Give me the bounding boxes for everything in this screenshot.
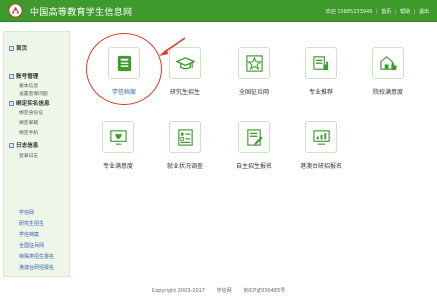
nav-home-link[interactable]: 首页	[381, 9, 391, 15]
tile-label: 自主招生报名	[235, 163, 272, 170]
tile-label: 研究生招生	[169, 89, 200, 96]
sidebar-link-graduate[interactable]: 研究生招生	[19, 220, 44, 227]
sidebar-section-realname[interactable]: 绑定实名信息	[9, 99, 50, 107]
sidebar-section-account[interactable]: 账号管理	[9, 72, 38, 80]
sidebar-item-security-question[interactable]: 设置密保问题	[19, 90, 48, 97]
document-edit-icon	[247, 129, 263, 146]
sidebar-link-chsi[interactable]: 学信网	[19, 209, 34, 216]
page-icon	[9, 46, 14, 51]
sidebar-link-conscription[interactable]: 全国征兵网	[19, 242, 44, 249]
top-header: 中国高等教育学生信息网 欢迎 15885233949 | 首页 | 帮助 | 退…	[0, 0, 437, 22]
sidebar-section-log[interactable]: 日志信息	[9, 141, 38, 149]
school-thumbs-up-icon	[380, 56, 397, 71]
tile-label: 全国征兵网	[238, 89, 269, 96]
highlight-circle	[86, 33, 162, 105]
star-icon	[246, 55, 263, 72]
footer-site-link[interactable]: 学信网	[217, 288, 232, 294]
nav-separator: |	[375, 9, 378, 15]
nav-separator: |	[394, 9, 397, 15]
top-nav: 欢迎 15885233949 | 首页 | 帮助 | 退出	[324, 8, 429, 15]
sidebar-item-home[interactable]: 首页	[9, 44, 27, 52]
sidebar-item-basic-info[interactable]: 基本信息	[19, 82, 38, 89]
page-icon	[9, 74, 14, 79]
sidebar-link-special-enroll[interactable]: 特殊类招生报名	[19, 253, 54, 260]
logo-icon	[8, 3, 23, 18]
nav-help-link[interactable]: 帮助	[400, 9, 410, 15]
arrow-icon	[159, 37, 186, 56]
sidebar-item-bind-email[interactable]: 绑定邮箱	[19, 119, 38, 126]
footer: Copyright 2003-2017 学信网 京ICP证030485号	[0, 287, 437, 294]
tile-label: 院校满意度	[372, 89, 403, 96]
footer-icp: 京ICP证030485号	[243, 288, 286, 294]
sidebar: 首页 账号管理 基本信息 设置密保问题 绑定实名信息 绑定身份证 绑定邮箱 绑定…	[3, 31, 70, 277]
site-title: 中国高等教育学生信息网	[30, 8, 133, 18]
footer-copyright: Copyright 2003-2017	[151, 288, 205, 294]
tile-label: 专业推荐	[308, 89, 333, 96]
tile-label: 专业满意度	[102, 163, 133, 170]
sidebar-item-login-log[interactable]: 登录日志	[19, 152, 38, 159]
page-icon	[9, 143, 14, 148]
sidebar-link-archive[interactable]: 学信档案	[19, 231, 39, 238]
nav-separator: |	[413, 9, 416, 15]
welcome-text: 欢迎 15885233949	[325, 9, 373, 15]
sidebar-item-bind-id[interactable]: 绑定身份证	[19, 109, 43, 116]
sidebar-item-bind-phone[interactable]: 绑定手机	[19, 129, 38, 136]
tile-label: 港澳台研招报名	[299, 163, 342, 170]
sidebar-link-hkmt[interactable]: 港澳台研招报名	[19, 264, 54, 271]
heart-screen-icon	[110, 130, 127, 145]
page-icon	[9, 101, 14, 106]
chart-screen-icon	[313, 130, 330, 145]
recommend-icon	[313, 56, 329, 71]
nav-logout-link[interactable]: 退出	[419, 9, 429, 15]
tile-label: 就业状况调查	[166, 163, 203, 170]
survey-icon	[178, 129, 193, 146]
